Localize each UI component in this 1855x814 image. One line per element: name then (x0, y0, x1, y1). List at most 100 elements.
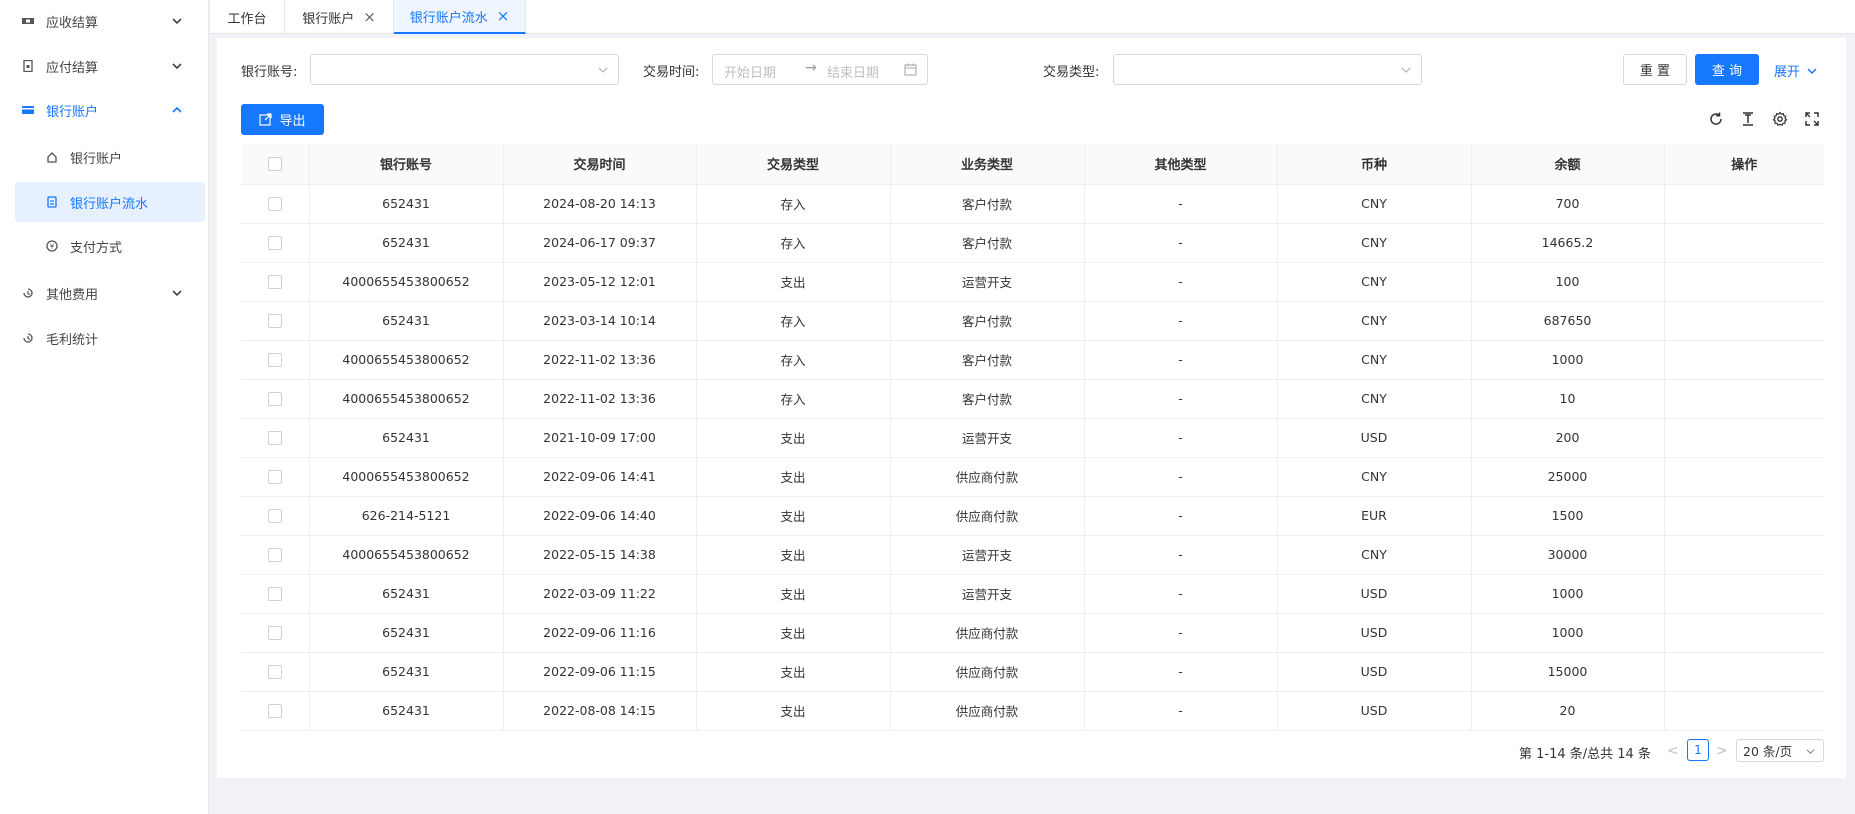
table-cell: - (1084, 301, 1278, 341)
row-select-cell[interactable] (241, 418, 310, 458)
row-checkbox[interactable] (267, 548, 282, 563)
row-select-cell[interactable] (241, 340, 310, 380)
table-cell: CNY (1277, 340, 1472, 380)
row-checkbox[interactable] (267, 431, 282, 446)
chevron-down-icon (1401, 67, 1411, 73)
tab-workbench[interactable]: 工作台 (210, 0, 285, 34)
table-cell: CNY (1277, 262, 1472, 302)
row-select-cell[interactable] (241, 613, 310, 653)
select-all-checkbox[interactable] (267, 156, 282, 171)
row-select-cell[interactable] (241, 574, 310, 614)
refresh-icon[interactable] (1708, 111, 1724, 127)
query-button[interactable]: 查 询 (1695, 54, 1759, 85)
reset-button[interactable]: 重 置 (1623, 54, 1687, 85)
sidebar-subitem-payment-method[interactable]: ¥ 支付方式 (15, 226, 205, 266)
row-select-cell[interactable] (241, 262, 310, 302)
sidebar-item-gross-profit[interactable]: 毛利统计 (15, 318, 208, 358)
row-checkbox[interactable] (267, 704, 282, 719)
column-header: 其他类型 (1084, 144, 1278, 185)
row-select-cell[interactable] (241, 652, 310, 692)
row-checkbox[interactable] (267, 470, 282, 485)
row-select-cell[interactable] (241, 184, 310, 224)
row-checkbox[interactable] (267, 587, 282, 602)
table-row: 4000655453800652 2023-05-12 12:01 支出 运营开支 - C… (241, 262, 1824, 302)
table-cell: 700 (1471, 184, 1665, 224)
row-select-cell[interactable] (241, 535, 310, 575)
tab-bank-account[interactable]: 银行账户 × (285, 0, 394, 34)
next-page-button[interactable]: > (1716, 743, 1728, 759)
sidebar-subitem-bank-statement[interactable]: 银行账户流水 (15, 182, 205, 222)
sidebar-item-label: 应收结算 (46, 15, 99, 31)
table-cell: 2022-05-15 14:38 (503, 535, 697, 575)
table-row: 626-214-5121 2022-09-06 14:40 支出 供应商付款 - EUR 1… (241, 496, 1824, 536)
payable-icon (21, 59, 35, 73)
settings-icon[interactable] (1772, 111, 1788, 127)
row-checkbox[interactable] (267, 314, 282, 329)
bank-card-icon (21, 103, 35, 117)
table-body: 652431 2024-08-20 14:13 存入 客户付款 - CNY 700 65243… (241, 184, 1824, 731)
column-header: 银行账号 (309, 144, 504, 185)
table-cell: 2024-06-17 09:37 (503, 223, 697, 263)
row-checkbox[interactable] (267, 626, 282, 641)
row-checkbox[interactable] (267, 275, 282, 290)
table-row: 652431 2022-03-09 11:22 支出 运营开支 - USD 1000 (241, 574, 1824, 614)
select-all-cell[interactable] (241, 144, 310, 185)
table-cell: 652431 (309, 574, 504, 614)
row-checkbox[interactable] (267, 509, 282, 524)
chevron-down-icon (172, 63, 182, 70)
row-select-cell[interactable] (241, 496, 310, 536)
table-row: 652431 2024-06-17 09:37 存入 客户付款 - CNY 14665.2 (241, 223, 1824, 263)
tab-bank-statement[interactable]: 银行账户流水 × (394, 0, 526, 34)
table-cell: 运营开支 (890, 262, 1085, 302)
row-checkbox[interactable] (267, 665, 282, 680)
table-row: 652431 2022-08-08 14:15 支出 供应商付款 - USD 20 (241, 691, 1824, 731)
table-cell (1664, 184, 1824, 224)
statement-icon (46, 196, 58, 208)
table-row: 4000655453800652 2022-05-15 14:38 支出 运营开支 - C… (241, 535, 1824, 575)
table-cell: 2022-09-06 11:15 (503, 652, 697, 692)
type-select[interactable] (1113, 54, 1422, 85)
column-height-icon[interactable] (1740, 111, 1756, 127)
table-cell (1664, 418, 1824, 458)
date-range-picker[interactable]: 开始日期 → 结束日期 (712, 54, 928, 85)
table-cell (1664, 574, 1824, 614)
row-select-cell[interactable] (241, 379, 310, 419)
page-1-button[interactable]: 1 (1687, 739, 1709, 761)
table-cell: CNY (1277, 301, 1472, 341)
table-cell: USD (1277, 613, 1472, 653)
table-cell: - (1084, 379, 1278, 419)
page-size-select[interactable]: 20 条/页 (1736, 739, 1824, 762)
row-checkbox[interactable] (267, 353, 282, 368)
table-cell: 652431 (309, 652, 504, 692)
sidebar-item-bank-account[interactable]: 银行账户 (15, 90, 208, 130)
sidebar-item-receivable[interactable]: 应收结算 (15, 1, 208, 41)
row-checkbox[interactable] (267, 392, 282, 407)
close-icon[interactable]: × (363, 9, 376, 25)
table-cell: 供应商付款 (890, 496, 1085, 536)
row-select-cell[interactable] (241, 457, 310, 497)
row-checkbox[interactable] (267, 197, 282, 212)
row-checkbox[interactable] (267, 236, 282, 251)
export-button[interactable]: 导出 (241, 104, 324, 135)
table-cell: - (1084, 613, 1278, 653)
account-select[interactable] (310, 54, 619, 85)
row-select-cell[interactable] (241, 223, 310, 263)
sidebar-subitem-bank-account[interactable]: 银行账户 (15, 137, 205, 177)
row-select-cell[interactable] (241, 691, 310, 731)
sidebar-item-payable[interactable]: 应付结算 (15, 46, 208, 86)
statement-table: 银行账号 交易时间 交易类型 业务类型 其他类型 币种 余额 操作 652431… (241, 144, 1824, 731)
start-date-input[interactable]: 开始日期 (724, 62, 776, 81)
close-icon[interactable]: × (497, 8, 510, 24)
table-cell (1664, 223, 1824, 263)
table-cell: 652431 (309, 301, 504, 341)
row-select-cell[interactable] (241, 301, 310, 341)
time-label: 交易时间: (643, 65, 700, 80)
sidebar-item-other-fees[interactable]: 其他费用 (15, 273, 208, 313)
chevron-up-icon (172, 106, 182, 113)
end-date-input[interactable]: 结束日期 (827, 62, 879, 81)
table-cell: - (1084, 691, 1278, 731)
fullscreen-icon[interactable] (1804, 111, 1820, 127)
table-cell: - (1084, 496, 1278, 536)
prev-page-button[interactable]: < (1667, 743, 1679, 759)
expand-button[interactable]: 展开 (1774, 61, 1817, 80)
